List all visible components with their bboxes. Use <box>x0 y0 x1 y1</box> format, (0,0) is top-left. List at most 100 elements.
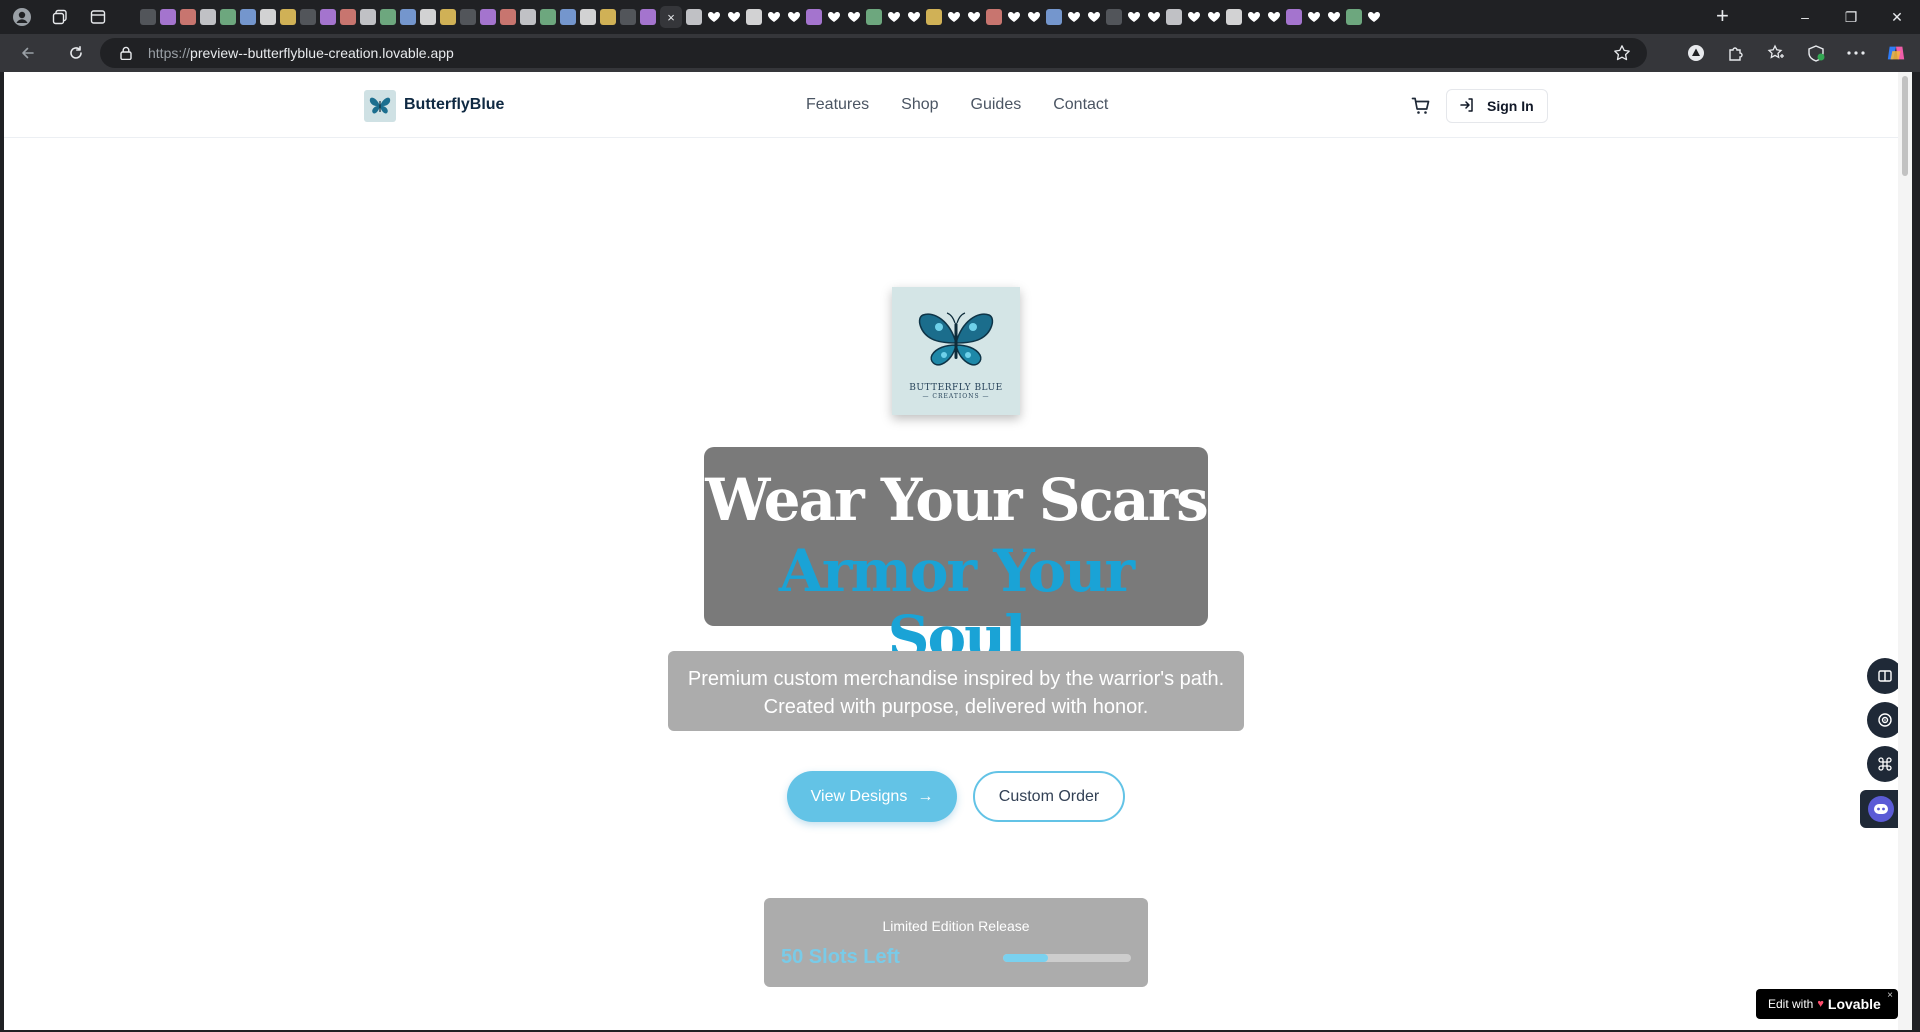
tab-favicon[interactable] <box>1306 9 1322 25</box>
tab-favicon[interactable] <box>360 9 376 25</box>
address-bar[interactable]: https://preview--butterflyblue-creation.… <box>100 38 1647 68</box>
brand-logo[interactable] <box>364 90 396 122</box>
tab-favicon[interactable] <box>460 9 476 25</box>
tab-favicon[interactable] <box>986 9 1002 25</box>
sign-in-button[interactable]: Sign In <box>1446 89 1548 123</box>
url-scheme: https:// <box>148 45 191 61</box>
tab-favicon[interactable] <box>846 9 862 25</box>
tab-favicon[interactable] <box>640 9 656 25</box>
toolbar-extensions <box>1686 34 1920 72</box>
tab-favicon[interactable] <box>240 9 256 25</box>
page-scrollbar[interactable] <box>1898 72 1912 1030</box>
tab-favicon[interactable] <box>886 9 902 25</box>
tab-favicon[interactable] <box>400 9 416 25</box>
tab-favicon[interactable] <box>420 9 436 25</box>
active-tab[interactable]: × <box>660 6 682 28</box>
nav-features[interactable]: Features <box>806 96 869 114</box>
browser-essentials-icon[interactable] <box>1806 43 1826 63</box>
tab-favicon[interactable] <box>1346 9 1362 25</box>
tab-favicon[interactable] <box>1206 9 1222 25</box>
tab-favicon[interactable] <box>620 9 636 25</box>
cart-icon[interactable] <box>1409 94 1433 118</box>
tab-favicon[interactable] <box>1046 9 1062 25</box>
scrollbar-thumb[interactable] <box>1902 76 1908 176</box>
tab-favicon[interactable] <box>906 9 922 25</box>
favorites-icon[interactable] <box>1766 43 1786 63</box>
tab-favicon[interactable] <box>1026 9 1042 25</box>
star-icon[interactable] <box>1613 44 1631 67</box>
tab-favicon[interactable] <box>1366 9 1382 25</box>
custom-order-button[interactable]: Custom Order <box>973 771 1125 822</box>
tab-favicon[interactable] <box>1166 9 1182 25</box>
view-designs-button[interactable]: View Designs → <box>787 771 957 822</box>
tab-favicon[interactable] <box>540 9 556 25</box>
tab-favicon[interactable] <box>806 9 822 25</box>
tab-favicon[interactable] <box>560 9 576 25</box>
extension-triangle-icon[interactable] <box>1686 43 1706 63</box>
tab-favicon[interactable] <box>600 9 616 25</box>
more-menu-icon[interactable] <box>1846 43 1866 63</box>
tab-favicon[interactable] <box>726 9 742 25</box>
tab-favicon[interactable] <box>1326 9 1342 25</box>
tab-favicon[interactable] <box>1106 9 1122 25</box>
tab-favicon[interactable] <box>1006 9 1022 25</box>
tab-favicon[interactable] <box>786 9 802 25</box>
tab-favicon[interactable] <box>826 9 842 25</box>
minimize-button[interactable]: – <box>1782 0 1828 34</box>
tab-favicon[interactable] <box>480 9 496 25</box>
butterfly-emblem-icon <box>918 311 994 365</box>
url-text[interactable]: https://preview--butterflyblue-creation.… <box>148 45 454 61</box>
vertical-tabs-icon[interactable] <box>88 7 108 27</box>
tab-favicon[interactable] <box>200 9 216 25</box>
tab-favicon[interactable] <box>440 9 456 25</box>
lovable-badge-close[interactable]: × <box>1887 990 1893 1001</box>
tab-favicon[interactable] <box>340 9 356 25</box>
tab-favicon[interactable] <box>300 9 316 25</box>
new-tab-button[interactable]: + <box>1716 5 1729 27</box>
workspaces-icon[interactable] <box>50 7 70 27</box>
tab-favicon[interactable] <box>1126 9 1142 25</box>
tab-favicon[interactable] <box>260 9 276 25</box>
tab-favicon[interactable] <box>866 9 882 25</box>
nav-shop[interactable]: Shop <box>901 96 938 114</box>
tab-favicon[interactable] <box>966 9 982 25</box>
profile-icon[interactable] <box>12 7 32 27</box>
tab-favicon[interactable] <box>946 9 962 25</box>
tab-favicon[interactable] <box>706 9 722 25</box>
tab-favicon[interactable] <box>766 9 782 25</box>
tab-favicon[interactable] <box>180 9 196 25</box>
tab-favicon[interactable] <box>580 9 596 25</box>
tab-favicon[interactable] <box>1246 9 1262 25</box>
close-window-button[interactable]: ✕ <box>1874 0 1920 34</box>
edit-with-lovable-badge[interactable]: Edit with ♥ Lovable × <box>1756 989 1898 1019</box>
tab-favicon[interactable] <box>380 9 396 25</box>
nav-contact[interactable]: Contact <box>1053 96 1108 114</box>
tab-favicon[interactable] <box>1086 9 1102 25</box>
tab-favicon[interactable] <box>1186 9 1202 25</box>
tab-favicon[interactable] <box>746 9 762 25</box>
tab-favicon[interactable] <box>320 9 336 25</box>
tab-favicon[interactable] <box>160 9 176 25</box>
slots-left-text: 50 Slots Left <box>781 946 900 968</box>
tab-favicon[interactable] <box>1146 9 1162 25</box>
extensions-puzzle-icon[interactable] <box>1726 43 1746 63</box>
nav-guides[interactable]: Guides <box>971 96 1022 114</box>
tab-favicon[interactable] <box>140 9 156 25</box>
tab-favicon[interactable] <box>1266 9 1282 25</box>
reload-icon[interactable] <box>62 39 90 67</box>
tab-favicon[interactable] <box>280 9 296 25</box>
tab-favicon[interactable] <box>1226 9 1242 25</box>
maximize-button[interactable]: ❐ <box>1828 0 1874 34</box>
tab-favicon[interactable] <box>1286 9 1302 25</box>
tab-favicon[interactable] <box>1066 9 1082 25</box>
tab-favicon[interactable] <box>500 9 516 25</box>
close-tab-icon[interactable]: × <box>667 10 675 25</box>
tab-favicon[interactable] <box>520 9 536 25</box>
tab-favicon[interactable] <box>686 9 702 25</box>
brand-name[interactable]: ButterflyBlue <box>404 96 504 114</box>
tab-favicon[interactable] <box>220 9 236 25</box>
back-icon[interactable] <box>14 39 42 67</box>
lock-icon[interactable] <box>118 46 134 60</box>
tab-favicon[interactable] <box>926 9 942 25</box>
copilot-icon[interactable] <box>1886 43 1906 63</box>
